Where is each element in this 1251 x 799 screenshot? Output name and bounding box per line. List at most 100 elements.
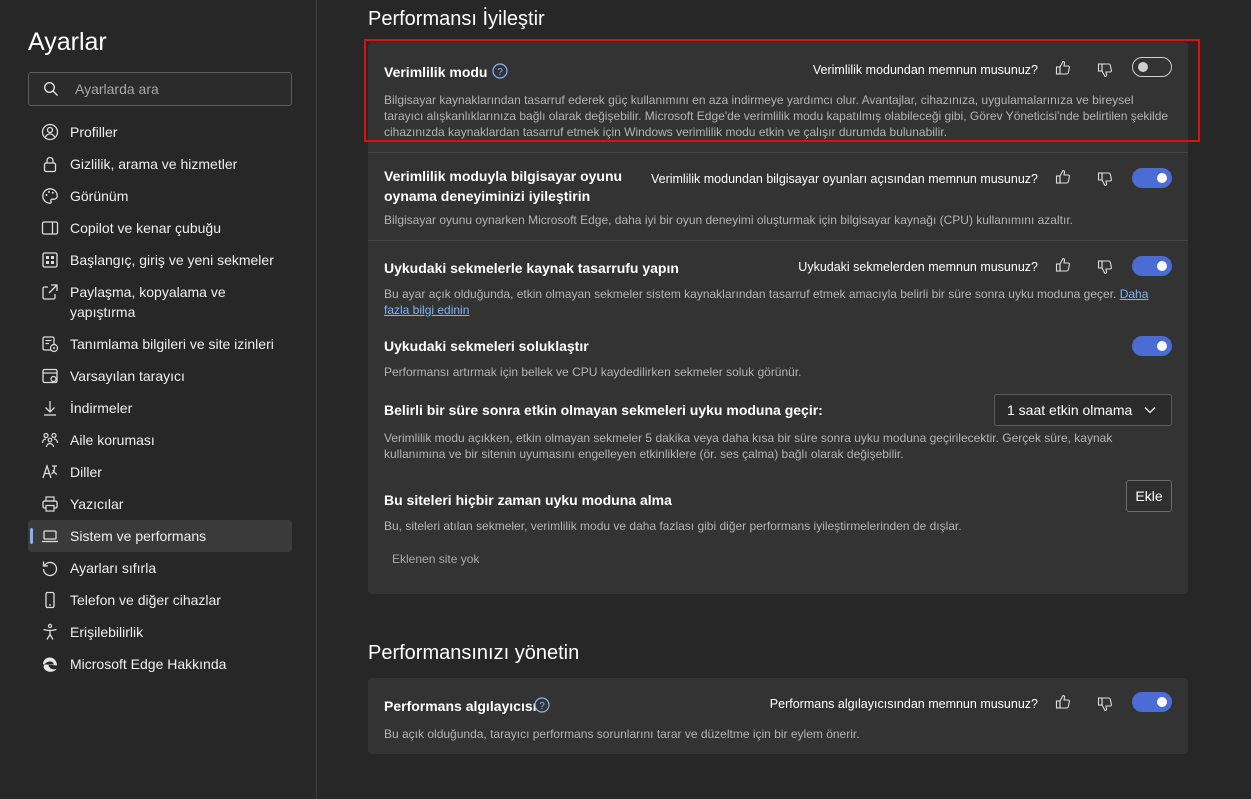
sidebar-item-label: Microsoft Edge Hakkında (70, 656, 227, 672)
help-icon[interactable]: ? (534, 697, 550, 713)
gaming-feedback-question: Verimlilik modundan bilgisayar oyunları … (650, 172, 1038, 186)
sidebar-item-label: Profiller (70, 124, 118, 140)
thumbs-down-icon[interactable] (1096, 61, 1114, 79)
sidebar-item-label: Aile koruması (70, 432, 155, 448)
sidebar-item-label: Sistem ve performans (70, 528, 207, 544)
performance-detector-title: Performans algılayıcısı (384, 698, 537, 714)
performance-detector-row: Performans algılayıcısı ? Performans alg… (368, 678, 1188, 754)
toggle-knob (1157, 341, 1167, 351)
add-site-button[interactable]: Ekle (1126, 480, 1172, 512)
efficiency-mode-row: Verimlilik modu ? Verimlilik modundan me… (368, 42, 1188, 146)
settings-content: Performansı İyileştir Verimlilik modu ? … (318, 0, 1251, 799)
efficiency-feedback-question: Verimlilik modundan memnun musunuz? (812, 63, 1038, 77)
gaming-toggle[interactable] (1132, 168, 1172, 188)
sidebar-nav: Profiller Gizlilik, arama ve hizmetler G… (28, 116, 292, 680)
efficiency-mode-toggle[interactable] (1132, 57, 1172, 77)
thumbs-down-icon[interactable] (1096, 170, 1114, 188)
performance-detector-toggle[interactable] (1132, 692, 1172, 712)
efficiency-mode-description: Bilgisayar kaynaklarından tasarruf edere… (384, 93, 1169, 139)
gaming-row: Verimlilik moduyla bilgisayar oyunu oyna… (368, 152, 1188, 240)
performance-detector-description: Bu açık olduğunda, tarayıcı performans s… (384, 727, 860, 741)
sleeping-tabs-feedback-question: Uykudaki sekmelerden memnun musunuz? (798, 260, 1038, 274)
lock-icon (40, 154, 60, 174)
thumbs-up-icon[interactable] (1054, 168, 1072, 186)
sidebar-item-label: Diller (70, 464, 102, 480)
sidebar-item-reset[interactable]: Ayarları sıfırla (28, 552, 292, 584)
thumbs-down-icon[interactable] (1096, 258, 1114, 276)
reset-icon (40, 558, 60, 578)
home-grid-icon (40, 250, 60, 270)
sleeping-tabs-row: Uykudaki sekmelerle kaynak tasarrufu yap… (368, 240, 1188, 320)
never-sleep-title: Bu siteleri hiçbir zaman uyku moduna alm… (384, 492, 672, 508)
palette-icon (40, 186, 60, 206)
sleep-after-title: Belirli bir süre sonra etkin olmayan sek… (384, 402, 823, 418)
sidebar-item-startup[interactable]: Başlangıç, giriş ve yeni sekmeler (28, 244, 292, 276)
sleep-after-description: Verimlilik modu açıkken, etkin olmayan s… (384, 431, 1113, 461)
toggle-knob (1157, 173, 1167, 183)
thumbs-up-icon[interactable] (1054, 693, 1072, 711)
share-icon (40, 282, 60, 302)
performance-card: Verimlilik modu ? Verimlilik modundan me… (368, 42, 1188, 594)
phone-icon (40, 590, 60, 610)
fade-tabs-description: Performansı artırmak için bellek ve CPU … (384, 365, 802, 379)
settings-search-box[interactable] (28, 72, 292, 106)
settings-title: Ayarlar (28, 28, 107, 56)
sidebar-item-downloads[interactable]: İndirmeler (28, 392, 292, 424)
gaming-description: Bilgisayar oyunu oynarken Microsoft Edge… (384, 213, 1073, 227)
no-sites-text: Eklenen site yok (392, 552, 480, 566)
sidebar-item-phone[interactable]: Telefon ve diğer cihazlar (28, 584, 292, 616)
search-icon (43, 81, 59, 97)
thumbs-down-icon[interactable] (1096, 695, 1114, 713)
search-input[interactable] (73, 80, 277, 98)
sidebar-item-label: Başlangıç, giriş ve yeni sekmeler (70, 252, 274, 268)
sidebar-item-label: Görünüm (70, 188, 129, 204)
laptop-icon (40, 526, 60, 546)
sidebar-item-label: Erişilebilirlik (70, 624, 144, 640)
sidebar-item-printers[interactable]: Yazıcılar (28, 488, 292, 520)
sidebar-item-appearance[interactable]: Görünüm (28, 180, 292, 212)
sidebar-item-about[interactable]: Microsoft Edge Hakkında (28, 648, 292, 680)
profile-icon (40, 122, 60, 142)
sidebar-item-family[interactable]: Aile koruması (28, 424, 292, 456)
section-title-manage: Performansınızı yönetin (368, 642, 580, 664)
manage-card: Performans algılayıcısı ? Performans alg… (368, 678, 1188, 754)
sleeping-tabs-toggle[interactable] (1132, 256, 1172, 276)
section-title-improve: Performansı İyileştir (368, 8, 545, 30)
sidebar-item-languages[interactable]: Diller (28, 456, 292, 488)
sidebar-item-copilot[interactable]: Copilot ve kenar çubuğu (28, 212, 292, 244)
sidebar-item-system[interactable]: Sistem ve performans (28, 520, 292, 552)
sidebar-item-privacy[interactable]: Gizlilik, arama ve hizmetler (28, 148, 292, 180)
svg-text:?: ? (497, 67, 503, 78)
sidebar-item-label: İndirmeler (70, 400, 133, 416)
help-icon[interactable]: ? (492, 63, 508, 79)
browser-icon (40, 366, 60, 386)
toggle-knob (1157, 261, 1167, 271)
sidebar-item-accessibility[interactable]: Erişilebilirlik (28, 616, 292, 648)
settings-sidebar: Ayarlar Profiller Gizlilik, arama ve hiz… (0, 0, 317, 799)
thumbs-up-icon[interactable] (1054, 59, 1072, 77)
sleep-after-dropdown[interactable]: 1 saat etkin olmama (994, 394, 1172, 426)
sidebar-item-default-browser[interactable]: Varsayılan tarayıcı (28, 360, 292, 392)
fade-tabs-row: Uykudaki sekmeleri soluklaştır Performan… (368, 320, 1188, 380)
gaming-title: Verimlilik moduyla bilgisayar oyunu oyna… (384, 168, 623, 204)
cookie-icon (40, 334, 60, 354)
sleep-after-row: Belirli bir süre sonra etkin olmayan sek… (368, 380, 1188, 470)
sidebar-item-label: Telefon ve diğer cihazlar (70, 592, 221, 608)
language-icon (40, 462, 60, 482)
sidebar-item-label: Gizlilik, arama ve hizmetler (70, 156, 238, 172)
sleeping-tabs-description: Bu ayar açık olduğunda, etkin olmayan se… (384, 286, 1174, 318)
fade-tabs-toggle[interactable] (1132, 336, 1172, 356)
sidebar-item-profiles[interactable]: Profiller (28, 116, 292, 148)
sleeping-tabs-desc-text: Bu ayar açık olduğunda, etkin olmayan se… (384, 287, 1117, 301)
sidebar-item-share[interactable]: Paylaşma, kopyalama ve yapıştırma (28, 276, 292, 328)
family-icon (40, 430, 60, 450)
edge-logo-icon (40, 654, 60, 674)
never-sleep-description: Bu, siteleri atılan sekmeler, verimlilik… (384, 519, 962, 533)
chevron-down-icon (1143, 403, 1157, 417)
accessibility-icon (40, 622, 60, 642)
thumbs-up-icon[interactable] (1054, 256, 1072, 274)
sidebar-item-cookies[interactable]: Tanımlama bilgileri ve site izinleri (28, 328, 292, 360)
toggle-knob (1138, 62, 1148, 72)
sidebar-item-label: Ayarları sıfırla (70, 560, 157, 576)
sidebar-item-label: Copilot ve kenar çubuğu (70, 220, 221, 236)
